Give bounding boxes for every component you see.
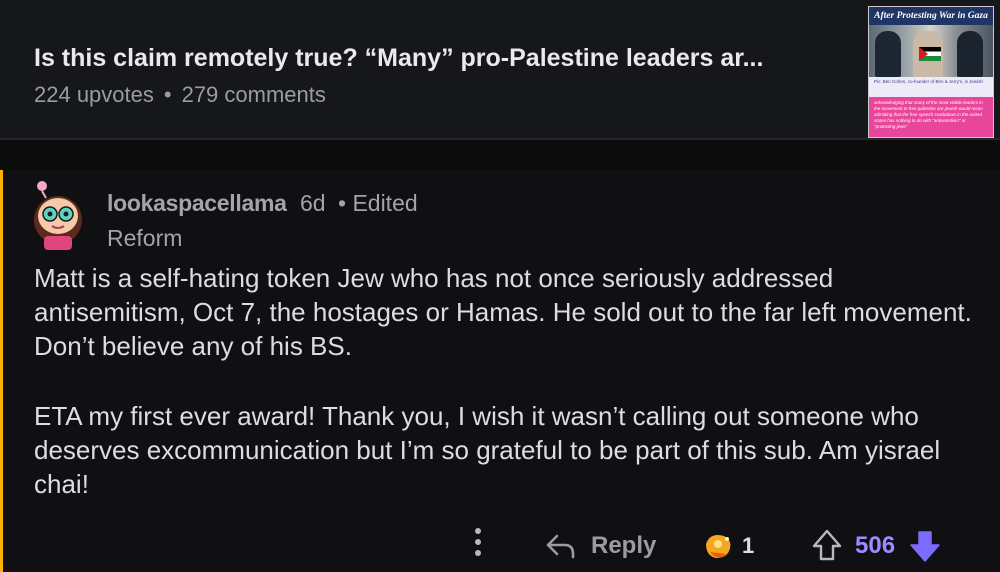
person-figure — [957, 31, 983, 77]
upvote-icon[interactable] — [810, 528, 844, 564]
comment-paragraph: Matt is a self-hating token Jew who has … — [34, 263, 972, 361]
avatar[interactable] — [30, 178, 86, 252]
comment-username[interactable]: lookaspacellama — [107, 190, 287, 217]
meta-separator: • — [163, 82, 172, 107]
thread-line[interactable] — [0, 170, 3, 572]
award-icon — [706, 535, 731, 558]
downvote-icon[interactable] — [908, 528, 942, 564]
flag-icon — [919, 47, 941, 61]
vote-score: 506 — [855, 532, 896, 559]
reply-label: Reply — [591, 532, 657, 559]
thumbnail-text: acknowledging that many of the most visi… — [869, 97, 993, 137]
more-options-icon[interactable] — [474, 528, 482, 564]
comment-time: 6d — [300, 190, 326, 216]
post-thumbnail[interactable]: After Protesting War in Gaza Pic: Ben Co… — [868, 6, 994, 138]
reply-button[interactable]: Reply — [545, 528, 656, 564]
edited-label: • Edited — [338, 190, 418, 216]
award-button[interactable]: 1 — [700, 526, 754, 566]
thumbnail-caption: Pic: Ben Cohen, co-founder of Ben & Jerr… — [869, 77, 993, 97]
post-header[interactable]: Is this claim remotely true? “Many” pro-… — [0, 0, 1000, 138]
reply-icon — [546, 534, 575, 559]
post-meta: 224 upvotes • 279 comments — [34, 82, 326, 108]
upvote-count: 224 upvotes — [34, 82, 154, 107]
comment-paragraph: ETA my first ever award! Thank you, I wi… — [34, 401, 941, 499]
user-flair: Reform — [107, 225, 183, 251]
award-count: 1 — [742, 533, 755, 558]
post-title[interactable]: Is this claim remotely true? “Many” pro-… — [34, 44, 854, 73]
person-figure — [875, 31, 901, 77]
comment-count: 279 comments — [181, 82, 326, 107]
thumbnail-photo — [869, 25, 993, 77]
comment: lookaspacellama 6d • Edited Reform Matt … — [0, 170, 1000, 572]
comment-actions: Reply 1 506 — [0, 522, 1000, 572]
thumbnail-headline: After Protesting War in Gaza — [869, 7, 993, 25]
divider — [0, 138, 1000, 140]
